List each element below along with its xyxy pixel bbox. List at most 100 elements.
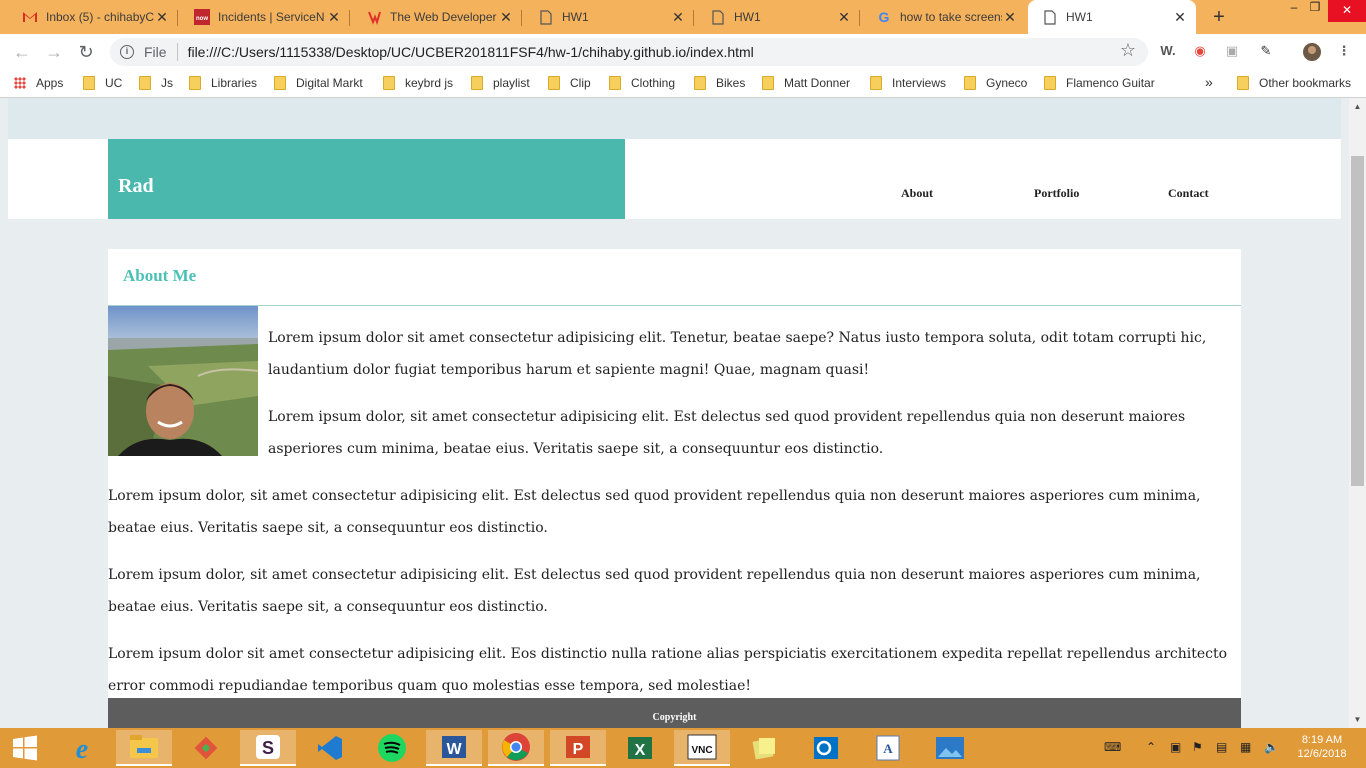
brand-block[interactable]: Rad (108, 139, 625, 219)
bookmark-bikes[interactable]: Bikes (694, 76, 745, 90)
close-icon[interactable]: ✕ (154, 9, 170, 26)
bookmark-libraries[interactable]: Libraries (189, 76, 257, 90)
back-button[interactable]: ← (10, 40, 34, 64)
git-icon[interactable] (178, 730, 234, 766)
menu-kebab-icon[interactable]: ⋮ (1334, 43, 1354, 61)
flag-icon[interactable]: ⚑ (1192, 740, 1203, 754)
volume-icon[interactable]: 🔈 (1264, 740, 1279, 754)
gmail-icon (22, 9, 38, 25)
scroll-up-arrow-icon[interactable]: ▲ (1349, 98, 1366, 115)
outlook-tray-icon[interactable]: ▣ (1170, 740, 1181, 754)
folder-icon (1237, 76, 1249, 90)
site-footer: Copyright (108, 698, 1241, 728)
bookmark-apps[interactable]: Apps (14, 76, 63, 90)
tab-incidents[interactable]: now Incidents | ServiceN ✕ (180, 2, 350, 32)
word-icon[interactable]: W (426, 730, 482, 766)
restore-button[interactable]: ❐ (1306, 0, 1324, 22)
clock-date: 12/6/2018 (1297, 748, 1347, 760)
scrollbar-thumb[interactable] (1351, 156, 1364, 486)
new-tab-button[interactable]: + (1208, 6, 1230, 29)
extension-w-icon[interactable]: W. (1158, 43, 1178, 61)
bookmark-js[interactable]: Js (139, 76, 173, 90)
folder-icon (762, 76, 774, 90)
internet-explorer-icon[interactable]: e (54, 730, 110, 766)
forward-button[interactable]: → (42, 40, 66, 64)
vscode-icon[interactable] (302, 730, 358, 766)
extension-screencast-icon[interactable]: ◉ (1190, 43, 1210, 61)
bookmark-interviews[interactable]: Interviews (870, 76, 946, 90)
close-icon[interactable]: ✕ (1002, 9, 1018, 26)
reload-button[interactable]: ↻ (74, 40, 98, 64)
close-icon[interactable]: ✕ (670, 9, 686, 26)
file-explorer-icon[interactable] (116, 730, 172, 766)
info-icon[interactable]: i (120, 45, 134, 59)
profile-avatar[interactable] (1302, 43, 1322, 61)
minimize-button[interactable]: ‒ (1286, 0, 1302, 22)
close-icon[interactable]: ✕ (836, 9, 852, 26)
excel-icon[interactable]: X (612, 730, 668, 766)
photos-icon[interactable] (922, 730, 978, 766)
page-scrollbar[interactable]: ▲ ▼ (1349, 98, 1366, 728)
paragraph-5: Lorem ipsum dolor sit amet consectetur a… (108, 646, 1228, 694)
extension-eyedropper-icon[interactable]: ✎ (1256, 43, 1276, 61)
tray-app-icon[interactable]: ▤ (1216, 740, 1227, 754)
show-hidden-icons-icon[interactable]: ⌃ (1146, 740, 1156, 754)
bookmarks-overflow-button[interactable]: » (1205, 74, 1213, 90)
clock-time: 8:19 AM (1301, 734, 1343, 746)
start-icon[interactable] (0, 730, 50, 766)
close-icon[interactable]: ✕ (1172, 9, 1188, 26)
nav-about[interactable]: About (901, 186, 933, 201)
url-text[interactable]: file:///C:/Users/1115338/Desktop/UC/UCBE… (188, 44, 754, 60)
keyboard-icon[interactable]: ⌨ (1104, 740, 1121, 754)
svg-text:A: A (883, 741, 893, 756)
bookmark-keybrd-js[interactable]: keybrd js (383, 76, 453, 90)
bookmark-playlist[interactable]: playlist (471, 76, 530, 90)
tab-strip: Inbox (5) - chihabyC ✕ now Incidents | S… (0, 0, 1366, 34)
network-icon[interactable]: ▦ (1240, 740, 1251, 754)
outlook-icon[interactable] (798, 730, 854, 766)
bookmark-other-bookmarks[interactable]: Other bookmarks (1237, 76, 1351, 90)
folder-icon (870, 76, 882, 90)
sticky-notes-icon[interactable] (736, 730, 792, 766)
nav-portfolio[interactable]: Portfolio (1034, 186, 1079, 201)
apps-grid-icon (14, 77, 26, 89)
extension-chat-icon[interactable]: ▣ (1222, 43, 1242, 61)
scroll-down-arrow-icon[interactable]: ▼ (1349, 711, 1366, 728)
bookmark-flamenco-guitar[interactable]: Flamenco Guitar (1044, 76, 1155, 90)
wordpad-icon[interactable]: A (860, 730, 916, 766)
system-clock[interactable]: 8:19 AM 12/6/2018 (1292, 733, 1352, 761)
bookmark-clip[interactable]: Clip (548, 76, 591, 90)
footer-copyright: Copyright (652, 712, 697, 723)
address-bar[interactable]: i File file:///C:/Users/1115338/Desktop/… (110, 38, 1148, 66)
window-close-button[interactable]: ✕ (1328, 0, 1366, 22)
bookmark-star-icon[interactable]: ☆ (1120, 40, 1136, 61)
bookmark-uc[interactable]: UC (83, 76, 122, 90)
bookmark-matt-donner[interactable]: Matt Donner (762, 76, 850, 90)
close-icon[interactable]: ✕ (326, 9, 342, 26)
bookmarks-bar: Apps UC Js Libraries Digital Markt keybr… (0, 70, 1366, 98)
folder-icon (964, 76, 976, 90)
nav-contact[interactable]: Contact (1168, 186, 1209, 201)
folder-icon (274, 76, 286, 90)
tab-inbox[interactable]: Inbox (5) - chihabyC ✕ (8, 2, 178, 32)
section-divider (108, 305, 1241, 306)
tab-hw1-b[interactable]: HW1 ✕ (696, 2, 860, 32)
tab-hw1-a[interactable]: HW1 ✕ (524, 2, 694, 32)
svg-text:e: e (76, 734, 88, 763)
chrome-icon[interactable] (488, 730, 544, 766)
vnc-icon[interactable]: VNC (674, 730, 730, 766)
windows-taskbar: e S W P X VNC A ⌨ ⌃ ▣ ⚑ ▤ ▦ 🔈 8:19 AM 12… (0, 728, 1366, 768)
tab-google-search[interactable]: G how to take screens ✕ (862, 2, 1026, 32)
spotify-icon[interactable] (364, 730, 420, 766)
tab-hw1-active[interactable]: HW1 ✕ (1028, 0, 1196, 34)
powerpoint-icon[interactable]: P (550, 730, 606, 766)
document-icon (538, 9, 554, 25)
svg-text:P: P (573, 741, 584, 758)
close-icon[interactable]: ✕ (498, 9, 514, 26)
bookmark-gyneco[interactable]: Gyneco (964, 76, 1027, 90)
folder-icon (694, 76, 706, 90)
bookmark-clothing[interactable]: Clothing (609, 76, 675, 90)
slack-icon[interactable]: S (240, 730, 296, 766)
tab-web-developer[interactable]: The Web Developer ✕ (352, 2, 522, 32)
bookmark-digital-markt[interactable]: Digital Markt (274, 76, 363, 90)
